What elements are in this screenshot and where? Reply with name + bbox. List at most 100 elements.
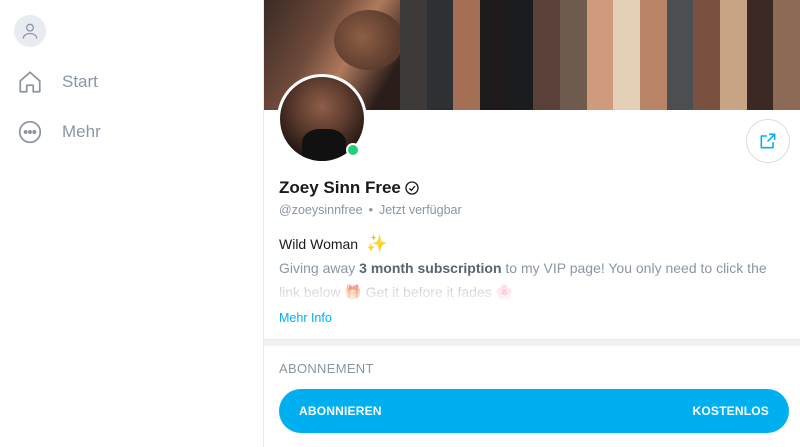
banner-pixel — [586, 0, 614, 22]
banner-pixel — [533, 22, 560, 44]
banner-pixel — [666, 0, 694, 22]
banner-pixel — [533, 88, 560, 110]
subscribe-button[interactable]: ABONNIEREN KOSTENLOS — [279, 389, 789, 433]
banner-pixel — [666, 44, 694, 66]
share-button[interactable] — [746, 119, 790, 163]
bio-fade-overlay — [264, 274, 800, 302]
banner-pixel — [773, 22, 800, 44]
banner-pixel — [426, 0, 454, 22]
user-icon — [22, 23, 38, 39]
banner-pixel — [400, 0, 427, 22]
banner-pixel — [400, 22, 427, 44]
profile-name: Zoey Sinn Free — [279, 178, 401, 197]
banner-pixel — [559, 22, 587, 44]
section-divider — [264, 339, 800, 346]
banner-pixel — [453, 44, 480, 66]
banner-pixel — [426, 22, 454, 44]
banner-pixel — [400, 44, 427, 66]
banner-pixel — [533, 66, 560, 88]
verified-icon — [405, 181, 419, 195]
more-info-link[interactable]: Mehr Info — [279, 311, 332, 325]
banner-pixel — [613, 22, 640, 44]
banner-pixel — [639, 88, 667, 110]
banner-pixel — [533, 44, 560, 66]
profile-handle-row: @zoeysinnfree • Jetzt verfügbar — [279, 203, 462, 217]
banner-pixel — [639, 0, 667, 22]
subscription-title: ABONNEMENT — [279, 361, 374, 376]
banner-pixel — [400, 66, 427, 88]
sidebar: Start Mehr — [0, 0, 264, 447]
banner-pixel — [453, 66, 480, 88]
nav-item-label: Start — [62, 72, 98, 91]
banner-pixel — [586, 88, 614, 110]
banner-pixel — [773, 44, 800, 66]
profile-name-row: Zoey Sinn Free — [279, 178, 420, 198]
banner-pixel — [426, 88, 454, 110]
nav-item-more[interactable]: Mehr — [16, 116, 101, 148]
banner-pixel — [613, 44, 640, 66]
banner-pixel — [453, 22, 480, 44]
banner-pixel — [639, 44, 667, 66]
banner-pixel — [586, 66, 614, 88]
banner-pixel — [719, 66, 747, 88]
banner-pixel — [586, 22, 614, 44]
banner-pixel — [559, 88, 587, 110]
banner-pixel — [479, 88, 507, 110]
banner-pixel — [666, 66, 694, 88]
banner-pixel — [613, 88, 640, 110]
banner-pixel — [506, 66, 534, 88]
banner-pixel — [773, 0, 800, 22]
subscribe-button-label: ABONNIEREN — [299, 404, 382, 418]
user-avatar[interactable] — [14, 15, 46, 47]
banner-pixel — [506, 88, 534, 110]
banner-pixel — [559, 0, 587, 22]
banner-pixel — [719, 0, 747, 22]
banner-pixel — [506, 22, 534, 44]
profile-handle: @zoeysinnfree — [279, 203, 363, 217]
bio-title-text: Wild Woman — [279, 236, 359, 252]
banner-pixel — [479, 44, 507, 66]
banner-pixel — [746, 66, 774, 88]
banner-pixel — [693, 0, 720, 22]
bio-title: Wild Woman ✨ — [279, 234, 387, 254]
banner-pixel — [479, 66, 507, 88]
banner-pixelated — [400, 0, 800, 110]
banner-pixel — [693, 44, 720, 66]
online-indicator — [346, 143, 360, 157]
banner-pixel — [666, 22, 694, 44]
banner-pixel — [453, 0, 480, 22]
banner-pixel — [666, 88, 694, 110]
availability-status: Jetzt verfügbar — [378, 203, 462, 217]
banner-pixel — [639, 22, 667, 44]
banner-pixel — [693, 88, 720, 110]
banner-pixel — [506, 0, 534, 22]
banner-pixel — [479, 0, 507, 22]
banner-pixel — [559, 44, 587, 66]
nav-item-start[interactable]: Start — [16, 66, 98, 98]
sparkle-icon: ✨ — [366, 234, 388, 253]
nav-item-label: Mehr — [62, 122, 101, 141]
banner-pixel — [426, 44, 454, 66]
separator-dot: • — [368, 203, 373, 217]
share-icon — [760, 133, 776, 149]
banner-pixel — [639, 66, 667, 88]
banner-pixel — [426, 66, 454, 88]
banner-pixel — [693, 66, 720, 88]
banner-pixel — [719, 22, 747, 44]
more-icon — [16, 118, 44, 146]
banner-pixel — [400, 88, 427, 110]
banner-pixel — [506, 44, 534, 66]
banner-pixel — [746, 44, 774, 66]
banner-pixel — [719, 44, 747, 66]
home-icon — [16, 68, 44, 96]
banner-pixel — [533, 0, 560, 22]
banner-pixel — [719, 88, 747, 110]
banner-pixel — [773, 88, 800, 110]
banner-pixel — [773, 66, 800, 88]
banner-pixel — [479, 22, 507, 44]
banner-pixel — [586, 44, 614, 66]
banner-pixel — [613, 0, 640, 22]
profile-main: Zoey Sinn Free @zoeysinnfree • Jetzt verfü… — [264, 0, 800, 447]
subscribe-price-label: KOSTENLOS — [692, 404, 769, 418]
banner-pixel — [559, 66, 587, 88]
